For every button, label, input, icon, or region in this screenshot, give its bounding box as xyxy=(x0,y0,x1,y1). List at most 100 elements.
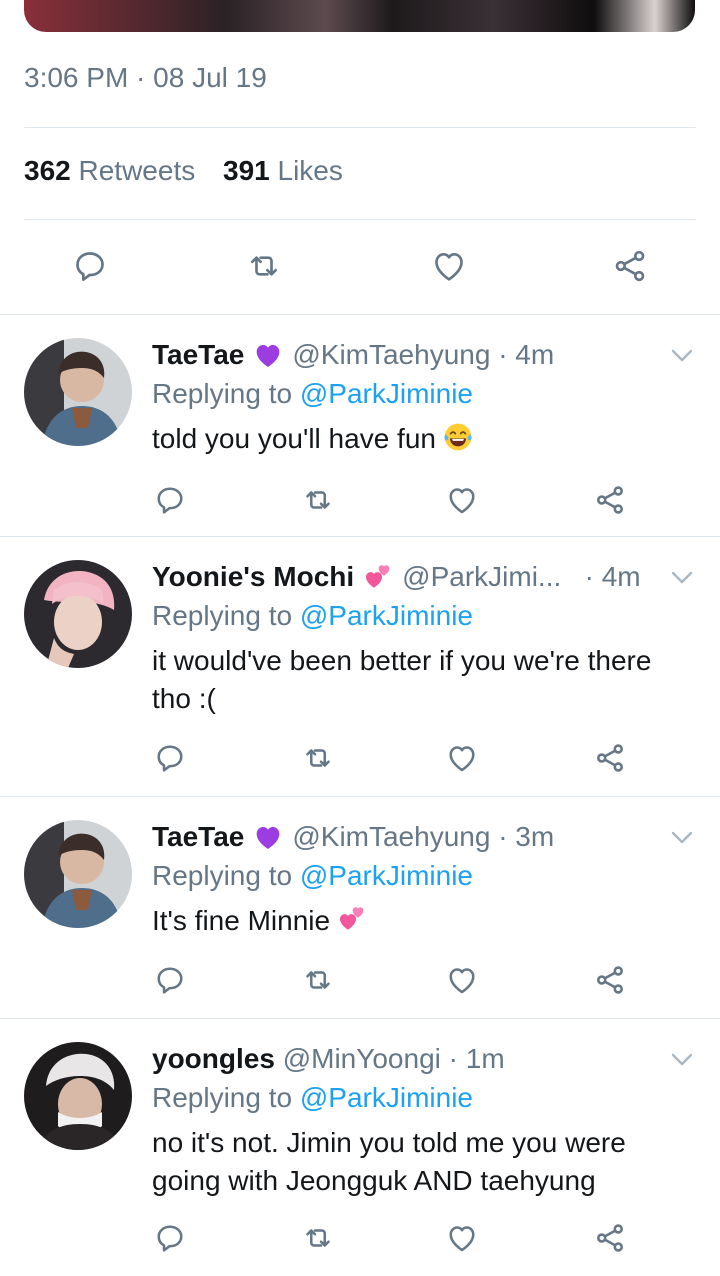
heart-icon xyxy=(449,746,475,772)
avatar[interactable] xyxy=(24,1042,132,1150)
share-button[interactable] xyxy=(592,482,628,518)
display-name[interactable]: Yoonie's Mochi xyxy=(152,561,354,593)
mention-link[interactable]: @ParkJiminie xyxy=(300,600,473,631)
mention-link[interactable]: @ParkJiminie xyxy=(300,860,473,891)
reply-time: · 3m xyxy=(498,821,555,852)
retweet-button[interactable] xyxy=(300,1220,336,1256)
reply-button[interactable] xyxy=(152,482,188,518)
reply-text-content: it would've been better if you we're the… xyxy=(152,645,652,714)
retweets-stat[interactable]: 362 Retweets xyxy=(24,155,195,186)
reply-tweet[interactable]: TaeTae @KimTaehyung · 3m Replying to @Pa… xyxy=(0,798,720,1018)
chevron-down-icon[interactable] xyxy=(670,570,694,586)
reply-action-bar xyxy=(0,736,720,780)
replying-prefix: Replying to xyxy=(152,378,293,409)
reply-icon xyxy=(157,745,183,772)
replying-prefix: Replying to xyxy=(152,600,293,631)
heart-icon xyxy=(449,1226,475,1252)
reply-button[interactable] xyxy=(152,962,188,998)
likes-label: Likes xyxy=(277,155,343,186)
retweets-count: 362 xyxy=(24,155,71,186)
share-icon xyxy=(597,966,623,994)
reply-text: told you you'll have fun xyxy=(152,420,697,458)
retweet-button[interactable] xyxy=(300,740,336,776)
reply-tweet[interactable]: TaeTae @KimTaehyung · 4m Replying to @Pa… xyxy=(0,316,720,536)
reply-icon xyxy=(157,967,183,994)
reply-button[interactable] xyxy=(68,244,112,288)
chevron-down-icon[interactable] xyxy=(670,1052,694,1068)
tears-of-joy-emoji xyxy=(444,423,472,451)
display-name[interactable]: TaeTae xyxy=(152,821,244,853)
display-name[interactable]: TaeTae xyxy=(152,339,244,371)
share-button[interactable] xyxy=(608,244,652,288)
tweet-stats: 362 Retweets 391 Likes xyxy=(24,155,343,187)
retweets-label: Retweets xyxy=(78,155,196,186)
like-button[interactable] xyxy=(444,482,480,518)
tweet-action-bar xyxy=(0,240,720,292)
display-name[interactable]: yoongles xyxy=(152,1043,275,1075)
reply-tweet[interactable]: yoongles @MinYoongi · 1m Replying to @Pa… xyxy=(0,1020,720,1276)
like-button[interactable] xyxy=(444,962,480,998)
chevron-down-icon[interactable] xyxy=(670,348,694,364)
reply-time: · 4m xyxy=(498,339,555,370)
mention-link[interactable]: @ParkJiminie xyxy=(300,1082,473,1113)
divider xyxy=(0,536,720,537)
user-handle[interactable]: @KimTaehyung xyxy=(292,821,490,853)
user-handle[interactable]: @KimTaehyung xyxy=(292,339,490,371)
divider xyxy=(24,219,696,220)
avatar[interactable] xyxy=(24,820,132,928)
purple-heart-emoji xyxy=(257,827,280,849)
reply-action-bar xyxy=(0,1216,720,1260)
retweet-button[interactable] xyxy=(300,962,336,998)
reply-action-bar xyxy=(0,478,720,522)
retweet-icon xyxy=(306,749,330,767)
retweet-icon xyxy=(306,491,330,509)
reply-button[interactable] xyxy=(152,1220,188,1256)
divider xyxy=(0,796,720,797)
divider xyxy=(24,127,696,128)
replying-to: Replying to @ParkJiminie xyxy=(152,600,473,632)
reply-icon xyxy=(157,487,183,514)
like-button[interactable] xyxy=(427,244,471,288)
replying-to: Replying to @ParkJiminie xyxy=(152,1082,473,1114)
reply-tweet[interactable]: Yoonie's Mochi @ParkJimi... · 4m Replyin… xyxy=(0,538,720,796)
share-button[interactable] xyxy=(592,1220,628,1256)
replying-prefix: Replying to xyxy=(152,860,293,891)
reply-time: · 4m xyxy=(584,561,641,592)
reply-button[interactable] xyxy=(152,740,188,776)
chevron-down-icon[interactable] xyxy=(670,830,694,846)
share-icon xyxy=(597,1224,623,1252)
retweet-button[interactable] xyxy=(300,482,336,518)
like-button[interactable] xyxy=(444,1220,480,1256)
avatar[interactable] xyxy=(24,338,132,446)
share-button[interactable] xyxy=(592,740,628,776)
replying-to: Replying to @ParkJiminie xyxy=(152,378,473,410)
divider xyxy=(0,1018,720,1019)
heart-icon xyxy=(435,253,463,281)
user-handle[interactable]: @MinYoongi xyxy=(283,1043,441,1075)
like-button[interactable] xyxy=(444,740,480,776)
tweet-media-image[interactable] xyxy=(24,0,695,32)
purple-heart-emoji xyxy=(257,345,280,367)
reply-action-bar xyxy=(0,958,720,1002)
retweet-icon xyxy=(306,971,330,989)
divider xyxy=(0,314,720,315)
user-handle[interactable]: @ParkJimi... xyxy=(402,561,561,593)
reply-header: Yoonie's Mochi @ParkJimi... · 4m xyxy=(152,558,641,596)
two-hearts-emoji xyxy=(366,565,390,588)
heart-icon xyxy=(449,968,475,994)
avatar[interactable] xyxy=(24,560,132,668)
reply-text-content: It's fine Minnie xyxy=(152,905,331,936)
share-icon xyxy=(615,250,645,282)
reply-text: It's fine Minnie xyxy=(152,902,697,940)
reply-header: yoongles @MinYoongi · 1m xyxy=(152,1040,505,1078)
reply-text: no it's not. Jimin you told me you were … xyxy=(152,1124,672,1200)
reply-time: · 1m xyxy=(448,1043,505,1074)
mention-link[interactable]: @ParkJiminie xyxy=(300,378,473,409)
reply-icon xyxy=(76,252,104,281)
heart-icon xyxy=(449,488,475,514)
reply-text-content: no it's not. Jimin you told me you were … xyxy=(152,1127,626,1196)
likes-stat[interactable]: 391 Likes xyxy=(223,155,343,186)
retweet-button[interactable] xyxy=(242,244,286,288)
reply-header: TaeTae @KimTaehyung · 3m xyxy=(152,818,554,856)
share-button[interactable] xyxy=(592,962,628,998)
